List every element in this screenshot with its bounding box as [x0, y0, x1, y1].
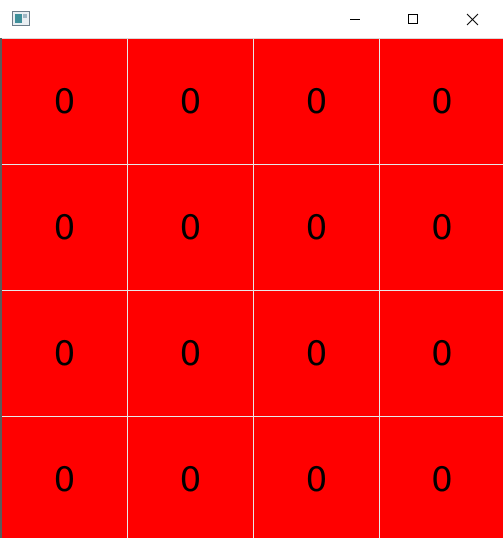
minimize-icon — [350, 19, 360, 20]
grid-cell[interactable]: 0 — [2, 39, 127, 164]
app-window: 0 0 0 0 0 0 0 0 0 0 0 0 0 0 0 0 — [0, 0, 503, 538]
grid-cell[interactable]: 0 — [2, 291, 127, 416]
cell-value: 0 — [179, 81, 202, 122]
grid-cell[interactable]: 0 — [2, 165, 127, 290]
cell-value: 0 — [305, 459, 328, 500]
grid-cell[interactable]: 0 — [254, 165, 379, 290]
cell-value: 0 — [53, 333, 76, 374]
cell-value: 0 — [53, 459, 76, 500]
cell-value: 0 — [305, 81, 328, 122]
minimize-button[interactable] — [326, 0, 384, 38]
grid-cell[interactable]: 0 — [254, 291, 379, 416]
grid-cell[interactable]: 0 — [128, 417, 253, 538]
grid-cell[interactable]: 0 — [254, 417, 379, 538]
cell-value: 0 — [431, 333, 453, 374]
cell-value: 0 — [179, 333, 202, 374]
grid-cell[interactable]: 0 — [2, 417, 127, 538]
cell-value: 0 — [431, 81, 453, 122]
cell-value: 0 — [305, 333, 328, 374]
maximize-icon — [408, 14, 418, 24]
grid-cell[interactable]: 0 — [380, 291, 503, 416]
grid-cell[interactable]: 0 — [254, 39, 379, 164]
cell-value: 0 — [431, 207, 453, 248]
grid-cell[interactable]: 0 — [128, 165, 253, 290]
grid-cell[interactable]: 0 — [380, 39, 503, 164]
cell-value: 0 — [179, 459, 202, 500]
close-icon — [466, 13, 478, 25]
cell-value: 0 — [53, 207, 76, 248]
close-button[interactable] — [443, 0, 501, 38]
app-window-icon[interactable] — [12, 11, 30, 26]
grid-cell[interactable]: 0 — [380, 165, 503, 290]
grid-cell[interactable]: 0 — [128, 39, 253, 164]
grid-cell[interactable]: 0 — [380, 417, 503, 538]
tile-grid: 0 0 0 0 0 0 0 0 0 0 0 0 0 0 0 0 — [2, 38, 503, 538]
cell-value: 0 — [305, 207, 328, 248]
maximize-button[interactable] — [384, 0, 442, 38]
grid-cell[interactable]: 0 — [128, 291, 253, 416]
cell-value: 0 — [179, 207, 202, 248]
title-bar[interactable] — [0, 0, 503, 38]
cell-value: 0 — [53, 81, 76, 122]
cell-value: 0 — [431, 459, 453, 500]
